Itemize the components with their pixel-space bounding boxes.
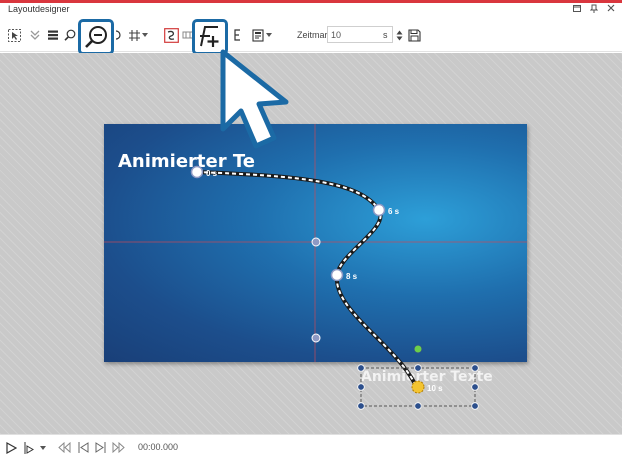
close-window-button[interactable]	[606, 4, 616, 17]
play-options-dropdown[interactable]	[40, 441, 46, 454]
step-back-icon	[78, 442, 89, 453]
collapse-button[interactable]	[27, 27, 43, 43]
save-icon	[407, 28, 421, 42]
rewind-icon	[58, 442, 71, 453]
window-icon	[573, 5, 581, 12]
window-controls	[572, 4, 616, 17]
close-icon	[607, 4, 615, 12]
selection-icon	[7, 28, 21, 42]
step-forward-icon	[95, 442, 106, 453]
zoom-out-icon	[85, 26, 107, 48]
keyframe-3: 10 s	[411, 380, 443, 394]
play-from-marker-button[interactable]	[23, 441, 34, 454]
zoom-in-icon	[64, 29, 76, 41]
keyframe-1: 6 s	[372, 203, 400, 217]
zeitmarke-unit: s	[383, 30, 388, 40]
pointer-cursor-icon	[220, 49, 289, 149]
zoom-partial-icon	[115, 30, 121, 40]
play-icon	[6, 441, 17, 454]
keyframe-layer[interactable]: 0 s 6 s 8 s 10 s	[0, 53, 622, 434]
next-frame-button[interactable]	[95, 441, 106, 454]
keyframe-2: 8 s	[330, 268, 358, 282]
playback-time: 00:00.000	[138, 442, 179, 452]
keyframe-label: 6 s	[388, 207, 400, 216]
double-chevron-down-icon	[30, 30, 40, 40]
caret-down-icon	[40, 445, 46, 450]
layers-icon	[48, 30, 58, 40]
float-window-button[interactable]	[572, 4, 582, 17]
playback-bar: 00:00.000	[0, 434, 622, 459]
fast-forward-button[interactable]	[112, 441, 125, 454]
previous-frame-button[interactable]	[78, 441, 89, 454]
play-button[interactable]	[6, 441, 17, 454]
keyframe-label: 8 s	[346, 272, 358, 281]
keyframe-0: 0 s	[190, 165, 218, 179]
window-titlebar: Layoutdesigner	[0, 3, 622, 19]
zeitmarke-stepper[interactable]	[394, 27, 404, 43]
window-title: Layoutdesigner	[8, 4, 70, 14]
play-marker-icon	[24, 441, 34, 454]
pin-window-button[interactable]	[589, 4, 599, 17]
fast-forward-icon	[112, 442, 125, 453]
pin-icon	[589, 4, 599, 13]
grid-icon	[128, 29, 140, 41]
save-button[interactable]	[406, 27, 422, 43]
rewind-button[interactable]	[58, 441, 71, 454]
caret-down-icon	[142, 33, 148, 37]
select-tool-button[interactable]	[6, 27, 22, 43]
zoom-out-button[interactable]	[78, 19, 114, 55]
grid-dropdown[interactable]	[140, 27, 150, 43]
motion-path-button[interactable]	[163, 27, 179, 43]
keyframe-label: 10 s	[427, 384, 443, 393]
motion-path-icon	[163, 27, 179, 43]
layout-canvas[interactable]: Animierter Te Animierter Texte 0 s 6 s 8…	[0, 53, 622, 434]
zoom-in-button[interactable]	[62, 27, 78, 43]
stepper-icon	[396, 30, 402, 40]
keyframe-label: 0 s	[206, 169, 218, 178]
layers-button[interactable]	[45, 27, 61, 43]
